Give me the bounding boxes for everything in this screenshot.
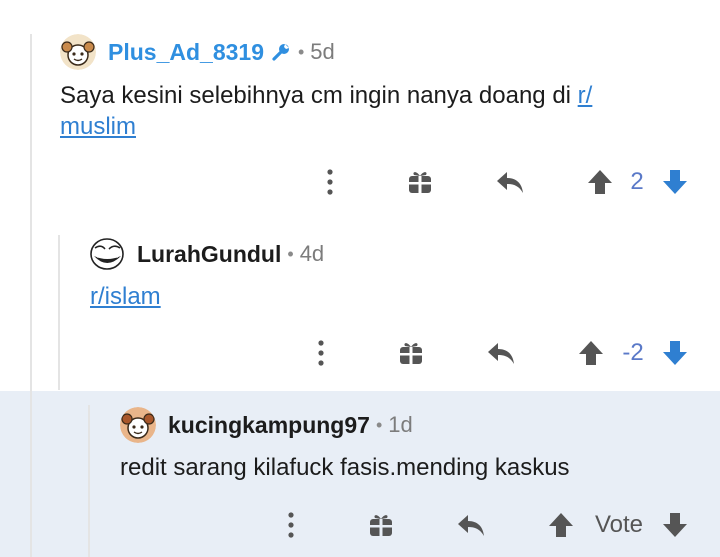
award-button[interactable] — [397, 333, 425, 373]
downvote-icon — [663, 341, 687, 365]
username[interactable]: Plus_Ad_8319 — [108, 39, 264, 66]
avatar[interactable] — [120, 407, 156, 443]
comment-age: 1d — [388, 412, 413, 437]
award-button[interactable] — [406, 162, 434, 202]
avatar[interactable] — [60, 34, 96, 70]
subreddit-link-continued[interactable]: muslim — [60, 113, 136, 140]
more-options-button[interactable] — [279, 505, 303, 545]
vote-score: -2 — [622, 339, 644, 366]
reply-button[interactable] — [455, 505, 487, 545]
comment-1-actions: 2 — [0, 162, 720, 202]
separator-dot: • — [375, 414, 383, 435]
reply-button[interactable] — [485, 333, 517, 373]
comment-1-header: Plus_Ad_8319 • 5d — [60, 34, 335, 70]
gift-icon — [409, 172, 431, 193]
downvote-button[interactable] — [661, 505, 689, 545]
comment-2-actions: -2 — [0, 333, 720, 373]
comment-3-actions: Vote — [0, 505, 720, 545]
comment-age: 5d — [310, 39, 335, 64]
gift-icon — [370, 515, 392, 536]
comment-3-body: redit sarang kilafuck fasis.mending kask… — [120, 454, 570, 481]
username[interactable]: kucingkampung97 — [168, 412, 370, 439]
reply-icon — [497, 172, 523, 193]
separator-dot: • — [287, 243, 294, 264]
upvote-button[interactable] — [547, 505, 575, 545]
upvote-button[interactable] — [577, 333, 605, 373]
reply-icon — [458, 515, 484, 536]
vote-score: 2 — [630, 168, 644, 195]
thread-line-1[interactable] — [30, 34, 32, 557]
comment-1-body: Saya kesini selebihnya cm ingin nanya do… — [60, 80, 660, 142]
upvote-icon — [549, 513, 573, 537]
comment-2-header: LurahGundul • 4d — [89, 236, 324, 272]
upvote-button[interactable] — [586, 162, 614, 202]
reply-button[interactable] — [494, 162, 526, 202]
username[interactable]: LurahGundul — [137, 241, 281, 268]
separator-dot: • — [297, 41, 305, 62]
downvote-button[interactable] — [661, 162, 689, 202]
comment-age: 4d — [299, 241, 325, 266]
mod-wrench-icon — [270, 41, 292, 63]
more-icon — [327, 169, 333, 195]
comment-2-body: r/islam — [90, 281, 161, 312]
more-icon — [288, 512, 294, 538]
subreddit-link[interactable]: r/islam — [90, 283, 161, 310]
downvote-icon — [663, 170, 687, 194]
award-button[interactable] — [367, 505, 395, 545]
more-options-button[interactable] — [318, 162, 342, 202]
comment-text: Saya kesini selebihnya cm ingin nanya do… — [60, 82, 578, 109]
avatar[interactable] — [89, 236, 125, 272]
upvote-icon — [579, 341, 603, 365]
subreddit-link[interactable]: r/ — [578, 82, 593, 109]
downvote-icon — [663, 513, 687, 537]
upvote-icon — [588, 170, 612, 194]
gift-icon — [400, 343, 422, 364]
vote-label: Vote — [594, 511, 644, 538]
more-icon — [318, 340, 324, 366]
reply-icon — [488, 343, 514, 364]
comment-3-header: kucingkampung97 • 1d — [120, 407, 413, 443]
downvote-button[interactable] — [661, 333, 689, 373]
more-options-button[interactable] — [309, 333, 333, 373]
